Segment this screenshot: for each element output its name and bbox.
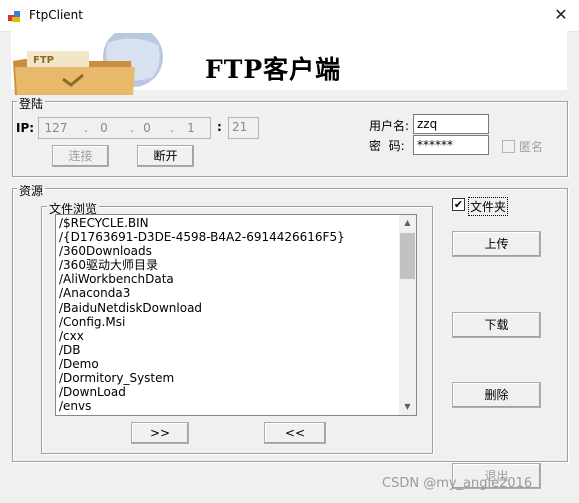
banner-title: FTP客户端 bbox=[205, 55, 342, 84]
file-list-item[interactable]: /DownLoad bbox=[59, 385, 399, 399]
username-field[interactable]: zzq bbox=[413, 114, 489, 134]
file-list-item[interactable]: /Demo bbox=[59, 357, 399, 371]
file-list-item[interactable]: /Config.Msi bbox=[59, 315, 399, 329]
file-list-item[interactable]: /BaiduNetdiskDownload bbox=[59, 301, 399, 315]
window-title: FtpClient bbox=[29, 8, 83, 22]
disconnect-button[interactable]: 断开 bbox=[137, 145, 194, 167]
delete-button[interactable]: 删除 bbox=[452, 382, 541, 408]
login-legend: 登陆 bbox=[17, 95, 46, 112]
move-left-button[interactable]: << bbox=[264, 422, 326, 444]
username-label: 用户名: bbox=[369, 119, 410, 133]
scroll-thumb[interactable] bbox=[400, 233, 415, 279]
ip-octet-1: 127 bbox=[44, 121, 68, 135]
svg-text:FTP: FTP bbox=[33, 55, 54, 66]
ip-octet-3: 0 bbox=[143, 121, 151, 135]
file-list-item[interactable]: /Dormitory_System bbox=[59, 371, 399, 385]
ip-octet-2: 0 bbox=[100, 121, 108, 135]
file-list-item[interactable]: /Anaconda3 bbox=[59, 286, 399, 300]
file-list-item[interactable]: /{D1763691-D3DE-4598-B4A2-6914426616F5} bbox=[59, 230, 399, 244]
file-list-item[interactable]: /cxx bbox=[59, 329, 399, 343]
ip-dot: . bbox=[84, 121, 88, 135]
file-list-item[interactable]: /envs bbox=[59, 399, 399, 413]
password-field[interactable]: ****** bbox=[413, 135, 489, 155]
file-list-item[interactable]: /AliWorkbenchData bbox=[59, 272, 399, 286]
password-label: 密 码: bbox=[369, 139, 405, 153]
resource-legend: 资源 bbox=[17, 182, 46, 199]
ip-octet-4: 1 bbox=[187, 121, 195, 135]
folder-label: 文件夹 bbox=[468, 197, 509, 216]
anonymous-label: 匿名 bbox=[519, 140, 544, 154]
file-list-item[interactable]: /360Downloads bbox=[59, 244, 399, 258]
anonymous-checkbox[interactable] bbox=[502, 140, 515, 153]
close-button[interactable]: ✕ bbox=[548, 4, 574, 26]
watermark: CSDN @my_angle2016 bbox=[382, 476, 533, 491]
folder-checkbox[interactable]: ✔ bbox=[452, 198, 465, 211]
ip-dot: . bbox=[170, 121, 174, 135]
file-list-item[interactable]: /DB bbox=[59, 343, 399, 357]
file-items: /$RECYCLE.BIN/{D1763691-D3DE-4598-B4A2-6… bbox=[59, 216, 399, 413]
file-list-item[interactable]: /360驱动大师目录 bbox=[59, 258, 399, 272]
move-right-button[interactable]: >> bbox=[131, 422, 189, 444]
title-bar bbox=[0, 0, 579, 32]
connect-button[interactable]: 连接 bbox=[52, 145, 109, 167]
scroll-up-icon[interactable]: ▲ bbox=[399, 215, 416, 231]
ip-label: IP: bbox=[16, 121, 35, 135]
port-field[interactable]: 21 bbox=[228, 117, 259, 139]
download-button[interactable]: 下载 bbox=[452, 312, 541, 338]
app-icon bbox=[8, 11, 20, 22]
scroll-down-icon[interactable]: ▼ bbox=[399, 399, 416, 415]
ip-address-field[interactable]: 127 . 0 . 0 . 1 bbox=[38, 117, 211, 139]
file-list-item[interactable]: /$RECYCLE.BIN bbox=[59, 216, 399, 230]
port-separator: : bbox=[217, 120, 222, 134]
file-list[interactable]: /$RECYCLE.BIN/{D1763691-D3DE-4598-B4A2-6… bbox=[55, 214, 417, 416]
vertical-scrollbar[interactable]: ▲ ▼ bbox=[399, 215, 416, 415]
upload-button[interactable]: 上传 bbox=[452, 231, 541, 257]
folder-icon: FTP bbox=[13, 33, 163, 95]
